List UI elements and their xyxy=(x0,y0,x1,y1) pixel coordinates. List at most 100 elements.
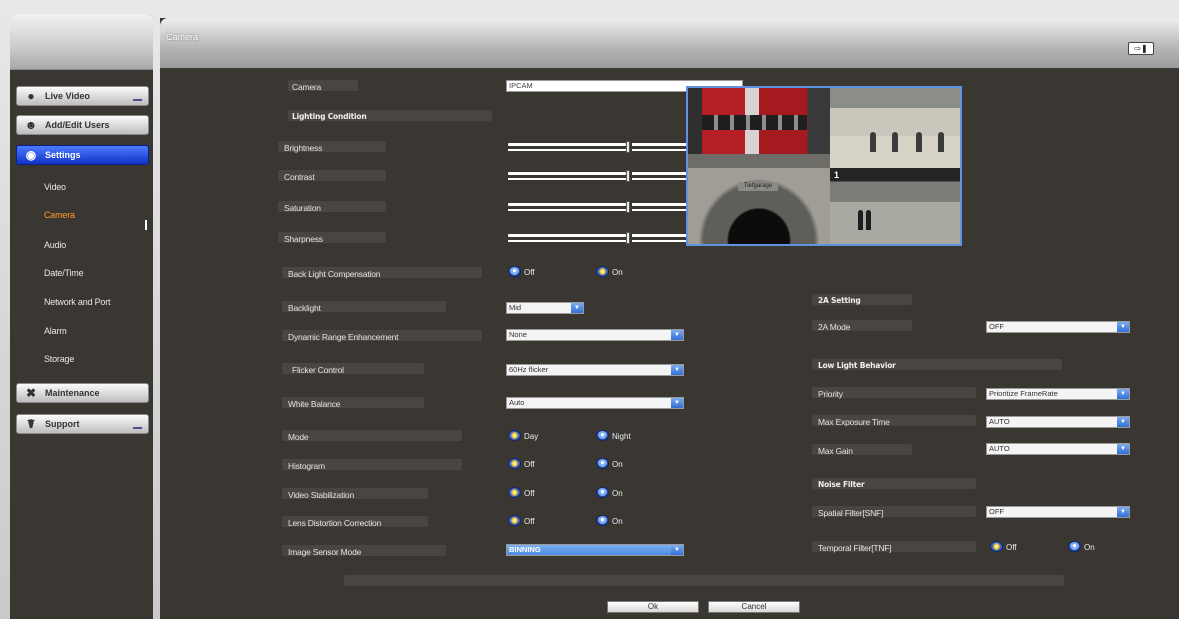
nav-settings-button[interactable]: ◉ Settings xyxy=(16,145,149,165)
spatial-filter-label: Spatial Filter[SNF] xyxy=(818,508,884,518)
ldc-on-label: On xyxy=(612,517,623,526)
select-value: 60Hz flicker xyxy=(509,365,549,374)
image-sensor-mode-select[interactable]: BINNING ▼ xyxy=(506,544,684,556)
sidebar-item-storage[interactable]: Storage xyxy=(44,354,74,364)
spatial-filter-select[interactable]: OFF ▼ xyxy=(986,506,1130,518)
sidebar-item-alarm[interactable]: Alarm xyxy=(44,326,67,336)
max-gain-label: Max Gain xyxy=(818,446,853,456)
blc-on-label: On xyxy=(612,268,623,277)
status-bar xyxy=(344,575,1064,586)
nav-label: Settings xyxy=(45,150,81,160)
page-title: Camera xyxy=(166,32,199,42)
max-exposure-label: Max Exposure Time xyxy=(818,417,890,427)
backlight-select[interactable]: Mid ▼ xyxy=(506,302,584,314)
sidebar-item-video[interactable]: Video xyxy=(44,182,66,192)
nav-live-video-button[interactable]: ● Live Video xyxy=(16,86,149,106)
cancel-button[interactable]: Cancel xyxy=(708,601,800,613)
camera-preview: Tiefgarage 1 xyxy=(686,86,962,246)
settings-globe-icon: ◉ xyxy=(25,148,37,162)
lighting-condition-heading: Lighting Condition xyxy=(292,112,367,121)
active-item-marker xyxy=(145,220,147,230)
select-value: BINNING xyxy=(509,545,541,554)
image-sensor-mode-label: Image Sensor Mode xyxy=(288,547,362,557)
dre-select[interactable]: None ▼ xyxy=(506,329,684,341)
ldc-off-label: Off xyxy=(524,517,535,526)
contrast-label: Contrast xyxy=(284,172,315,182)
flicker-select[interactable]: 60Hz flicker ▼ xyxy=(506,364,684,376)
preview-tile-corridor: 1 xyxy=(830,168,960,244)
nav-add-edit-users-button[interactable]: ☻ Add/Edit Users xyxy=(16,115,149,135)
histogram-label: Histogram xyxy=(288,461,325,471)
video-camera-icon: ● xyxy=(27,89,35,103)
temporal-on-radio[interactable] xyxy=(1068,541,1081,552)
garage-sign: Tiefgarage xyxy=(738,182,778,191)
mode-label: Mode xyxy=(288,432,309,442)
max-exposure-select[interactable]: AUTO ▼ xyxy=(986,416,1130,428)
histogram-on-radio[interactable] xyxy=(596,458,609,469)
nav-support-button[interactable]: ☤ Support xyxy=(16,414,149,434)
vstab-off-radio[interactable] xyxy=(508,487,521,498)
histogram-off-radio[interactable] xyxy=(508,458,521,469)
ldc-off-radio[interactable] xyxy=(508,515,521,526)
person-figure xyxy=(938,132,944,152)
white-balance-label: White Balance xyxy=(288,399,341,409)
chevron-down-icon: ▼ xyxy=(1117,444,1129,454)
sidebar-item-date-time[interactable]: Date/Time xyxy=(44,268,84,278)
ok-button[interactable]: Ok xyxy=(607,601,699,613)
priority-select[interactable]: Prioritize FrameRate ▼ xyxy=(986,388,1130,400)
mode-day-radio[interactable] xyxy=(508,430,521,441)
camera-number: 1 xyxy=(834,170,840,180)
chevron-down-icon: ▼ xyxy=(571,303,583,313)
temporal-filter-label: Temporal Filter[TNF] xyxy=(818,543,892,553)
mode-night-radio[interactable] xyxy=(596,430,609,441)
exit-icon[interactable]: ⇨❚ xyxy=(1128,42,1154,55)
vstab-off-label: Off xyxy=(524,489,535,498)
temporal-off-label: Off xyxy=(1006,543,1017,552)
blc-on-radio[interactable] xyxy=(596,266,609,277)
2a-setting-heading: 2A Setting xyxy=(818,296,861,305)
select-value: Prioritize FrameRate xyxy=(989,389,1058,398)
video-stabilization-label: Video Stabilization xyxy=(288,490,354,500)
support-icon: ☤ xyxy=(26,417,36,431)
sidebar-item-network[interactable]: Network and Port xyxy=(44,297,111,307)
select-value: None xyxy=(509,330,527,339)
temporal-off-radio[interactable] xyxy=(990,541,1003,552)
dre-label: Dynamic Range Enhancement xyxy=(288,332,399,342)
select-value: AUTO xyxy=(989,444,1010,453)
blc-off-radio[interactable] xyxy=(508,266,521,277)
vstab-on-radio[interactable] xyxy=(596,487,609,498)
main-panel: Camera ⇨❚ xyxy=(160,18,1179,619)
blc-label: Back Light Compensation xyxy=(288,269,381,279)
select-value: Mid xyxy=(509,303,522,312)
chevron-down-icon: ▼ xyxy=(671,330,683,340)
temporal-on-label: On xyxy=(1084,543,1095,552)
saturation-label: Saturation xyxy=(284,203,321,213)
sidebar-item-audio[interactable]: Audio xyxy=(44,240,66,250)
select-value: OFF xyxy=(989,322,1004,331)
brightness-label: Brightness xyxy=(284,143,323,153)
sidebar-header xyxy=(10,14,153,70)
preview-tile-garage: Tiefgarage xyxy=(688,168,830,244)
flicker-label: Flicker Control xyxy=(292,365,344,375)
users-icon: ☻ xyxy=(24,118,38,132)
slider-thumb[interactable] xyxy=(626,141,630,153)
sidebar: ● Live Video ☻ Add/Edit Users ◉ Settings… xyxy=(10,14,153,619)
nav-maintenance-button[interactable]: ✖ Maintenance xyxy=(16,383,149,403)
slider-thumb[interactable] xyxy=(626,201,630,213)
select-value: AUTO xyxy=(989,417,1010,426)
2a-mode-select[interactable]: OFF ▼ xyxy=(986,321,1130,333)
slider-thumb[interactable] xyxy=(626,232,630,244)
nav-label: Support xyxy=(45,419,80,429)
backlight-label: Backlight xyxy=(288,303,321,313)
max-gain-select[interactable]: AUTO ▼ xyxy=(986,443,1130,455)
person-figure xyxy=(916,132,922,152)
white-balance-select[interactable]: Auto ▼ xyxy=(506,397,684,409)
ldc-on-radio[interactable] xyxy=(596,515,609,526)
sidebar-item-camera[interactable]: Camera xyxy=(44,210,75,220)
2a-mode-label: 2A Mode xyxy=(818,322,851,332)
label-bar xyxy=(282,430,462,441)
slider-thumb[interactable] xyxy=(626,170,630,182)
nav-label: Maintenance xyxy=(45,388,100,398)
preview-tile-train xyxy=(688,88,830,168)
blc-off-label: Off xyxy=(524,268,535,277)
